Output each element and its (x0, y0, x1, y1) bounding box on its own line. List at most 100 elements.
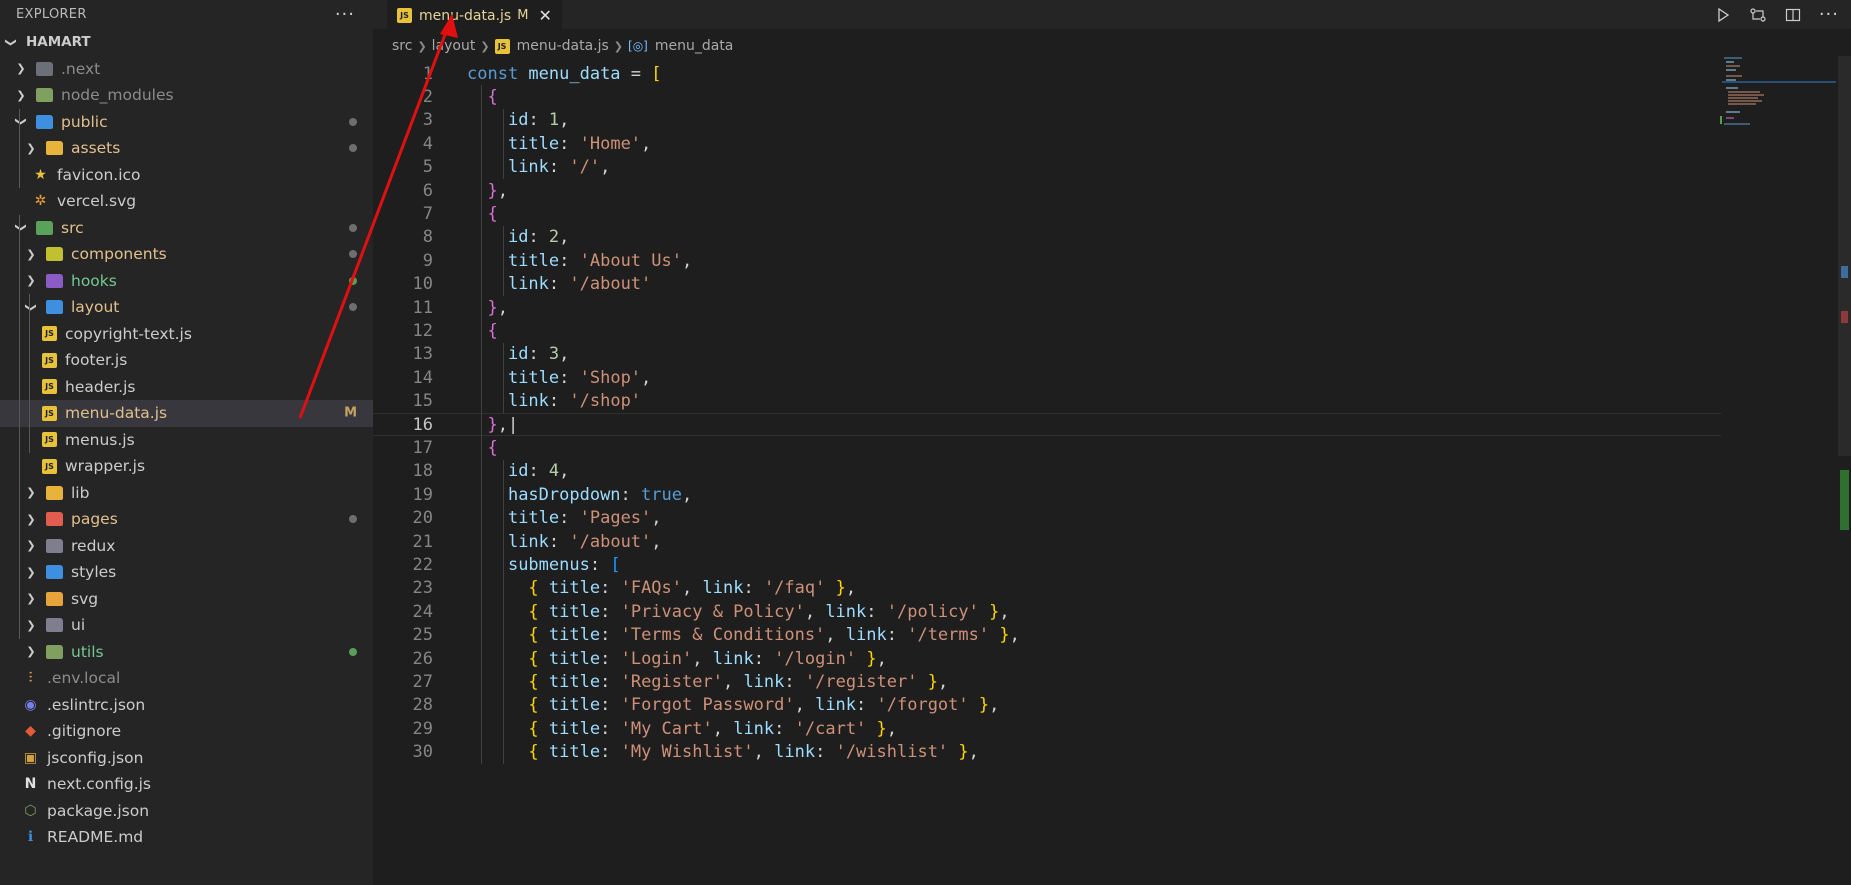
tree-item-components[interactable]: ❯ components (0, 241, 373, 268)
split-editor-icon[interactable] (1785, 7, 1801, 23)
line-number: 14 (412, 367, 433, 388)
tree-item-public[interactable]: ❯ public (0, 109, 373, 136)
code-line[interactable]: 19 hasDropdown: true, (373, 483, 1721, 506)
tree-item-header-js[interactable]: JS header.js (0, 374, 373, 401)
tree-item-menu-data-js[interactable]: JS menu-data.js M (0, 400, 373, 427)
code-line[interactable]: 2 { (373, 85, 1721, 108)
tree-item-hooks[interactable]: ❯ hooks (0, 268, 373, 295)
tree-item-readme-md[interactable]: ℹ README.md (0, 824, 373, 851)
code-line[interactable]: 26 { title: 'Login', link: '/login' }, (373, 647, 1721, 670)
run-icon[interactable] (1715, 7, 1731, 23)
code-line[interactable]: 22 submenus: [ (373, 553, 1721, 576)
tree-item-styles[interactable]: ❯ styles (0, 559, 373, 586)
compare-changes-icon[interactable] (1749, 7, 1767, 23)
code-line[interactable]: 18 id: 4, (373, 460, 1721, 483)
code-line[interactable]: 28 { title: 'Forgot Password', link: '/f… (373, 694, 1721, 717)
git-file-icon: ◆ (25, 723, 36, 740)
minimap[interactable] (1720, 56, 1836, 146)
tree-item-utils[interactable]: ❯ utils (0, 639, 373, 666)
tree-item-assets[interactable]: ❯ assets (0, 135, 373, 162)
tree-item-label: .env.local (47, 669, 121, 688)
more-actions-icon[interactable]: ··· (335, 4, 355, 25)
tree-item-lib[interactable]: ❯ lib (0, 480, 373, 507)
code-text: },| (487, 414, 519, 435)
code-line[interactable]: 17 { (373, 436, 1721, 459)
tree-item-next-config-js[interactable]: Nnext.config.js (0, 771, 373, 798)
more-editor-actions-icon[interactable]: ··· (1819, 4, 1839, 25)
tree-item-label: package.json (47, 801, 150, 820)
line-number: 2 (422, 87, 433, 108)
tree-item-layout[interactable]: ❯ layout (0, 294, 373, 321)
breadcrumb-symbol[interactable]: menu_data (655, 38, 734, 54)
tree-item-package-json[interactable]: ⬡ package.json (0, 798, 373, 825)
tree-item-node-modules[interactable]: ❯ node_modules (0, 82, 373, 109)
code-line[interactable]: 29 { title: 'My Cart', link: '/cart' }, (373, 717, 1721, 740)
tree-item-label: utils (71, 642, 104, 661)
code-line[interactable]: 12 { (373, 319, 1721, 342)
code-line[interactable]: 3 id: 1, (373, 109, 1721, 132)
code-text: { title: 'My Cart', link: '/cart' }, (528, 718, 898, 739)
code-line[interactable]: 15 link: '/shop' (373, 390, 1721, 413)
code-line[interactable]: 30 { title: 'My Wishlist', link: '/wishl… (373, 741, 1721, 764)
code-line[interactable]: 11 }, (373, 296, 1721, 319)
tree-item-redux[interactable]: ❯ redux (0, 533, 373, 560)
code-line[interactable]: 25 { title: 'Terms & Conditions', link: … (373, 624, 1721, 647)
tree-item-gitignore[interactable]: ◆ .gitignore (0, 718, 373, 745)
tree-item-footer-js[interactable]: JS footer.js (0, 347, 373, 374)
chevron-right-icon: ❯ (26, 486, 36, 500)
breadcrumb-layout[interactable]: layout (432, 38, 476, 54)
code-line[interactable]: 14 title: 'Shop', (373, 366, 1721, 389)
code-text: title: 'Home', (507, 133, 652, 154)
code-editor[interactable]: 1 const menu_data = [2 {3 id: 1, 4 title: … (373, 62, 1721, 885)
line-number: 27 (412, 672, 433, 693)
code-line[interactable]: 6 }, (373, 179, 1721, 202)
code-text: { title: 'Login', link: '/login' }, (528, 648, 887, 669)
layout-folder-icon (46, 300, 63, 315)
code-line[interactable]: 1 const menu_data = [ (373, 62, 1721, 85)
code-line[interactable]: 23 { title: 'FAQs', link: '/faq' }, (373, 577, 1721, 600)
code-line[interactable]: 16 },| (373, 413, 1721, 437)
tree-item-label: assets (71, 139, 121, 158)
tree-item-label: footer.js (65, 351, 128, 370)
code-line[interactable]: 21 link: '/about', (373, 530, 1721, 553)
tree-item-label: .next (61, 59, 101, 78)
code-text: { title: 'Register', link: '/register' }… (528, 672, 949, 693)
tree-item-menus-js[interactable]: JS menus.js (0, 427, 373, 454)
code-line[interactable]: 27 { title: 'Register', link: '/register… (373, 670, 1721, 693)
tree-item-label: .eslintrc.json (47, 695, 146, 714)
tree-root[interactable]: ❯ HAMART (0, 29, 373, 56)
tree-item-label: jsconfig.json (47, 748, 144, 767)
code-line[interactable]: 7 { (373, 202, 1721, 225)
code-line[interactable]: 4 title: 'Home', (373, 132, 1721, 155)
tree-item-vercel-svg[interactable]: ✲ vercel.svg (0, 188, 373, 215)
js-file-icon: JS (397, 8, 412, 23)
tree-item-next[interactable]: ❯ .next (0, 56, 373, 83)
styles-folder-icon (46, 565, 63, 580)
tree-item-wrapper-js[interactable]: JS wrapper.js (0, 453, 373, 480)
tree-item-svg[interactable]: ❯ svg (0, 586, 373, 613)
code-line[interactable]: 9 title: 'About Us', (373, 249, 1721, 272)
indent-guide (19, 108, 20, 188)
code-line[interactable]: 20 title: 'Pages', (373, 507, 1721, 530)
breadcrumb-file[interactable]: menu-data.js (517, 38, 609, 54)
vertical-scrollbar[interactable] (1838, 56, 1851, 456)
code-line[interactable]: 5 link: '/', (373, 156, 1721, 179)
tab-menu-data-js[interactable]: JS menu-data.js M ✕ (387, 0, 562, 30)
env-file-icon: ⫶ (28, 670, 33, 687)
tree-item-copyright-text-js[interactable]: JS copyright-text.js (0, 321, 373, 348)
tree-item-eslintrc-json[interactable]: ◉ .eslintrc.json (0, 692, 373, 719)
tree-item-jsconfig-json[interactable]: ▣ jsconfig.json (0, 745, 373, 772)
code-line[interactable]: 8 id: 2, (373, 226, 1721, 249)
change-dot-badge (349, 515, 357, 524)
tree-item-env-local[interactable]: ⫶ .env.local (0, 665, 373, 692)
tree-item-ui[interactable]: ❯ ui (0, 612, 373, 639)
code-line[interactable]: 24 { title: 'Privacy & Policy', link: '/… (373, 600, 1721, 623)
tree-item-src[interactable]: ❯ src (0, 215, 373, 242)
breadcrumb-src[interactable]: src (392, 38, 412, 54)
line-number: 29 (412, 718, 433, 739)
code-line[interactable]: 10 link: '/about' (373, 273, 1721, 296)
tree-item-pages[interactable]: ❯ pages (0, 506, 373, 533)
tree-item-favicon-ico[interactable]: ★ favicon.ico (0, 162, 373, 189)
close-icon[interactable]: ✕ (538, 6, 551, 25)
code-line[interactable]: 13 id: 3, (373, 343, 1721, 366)
